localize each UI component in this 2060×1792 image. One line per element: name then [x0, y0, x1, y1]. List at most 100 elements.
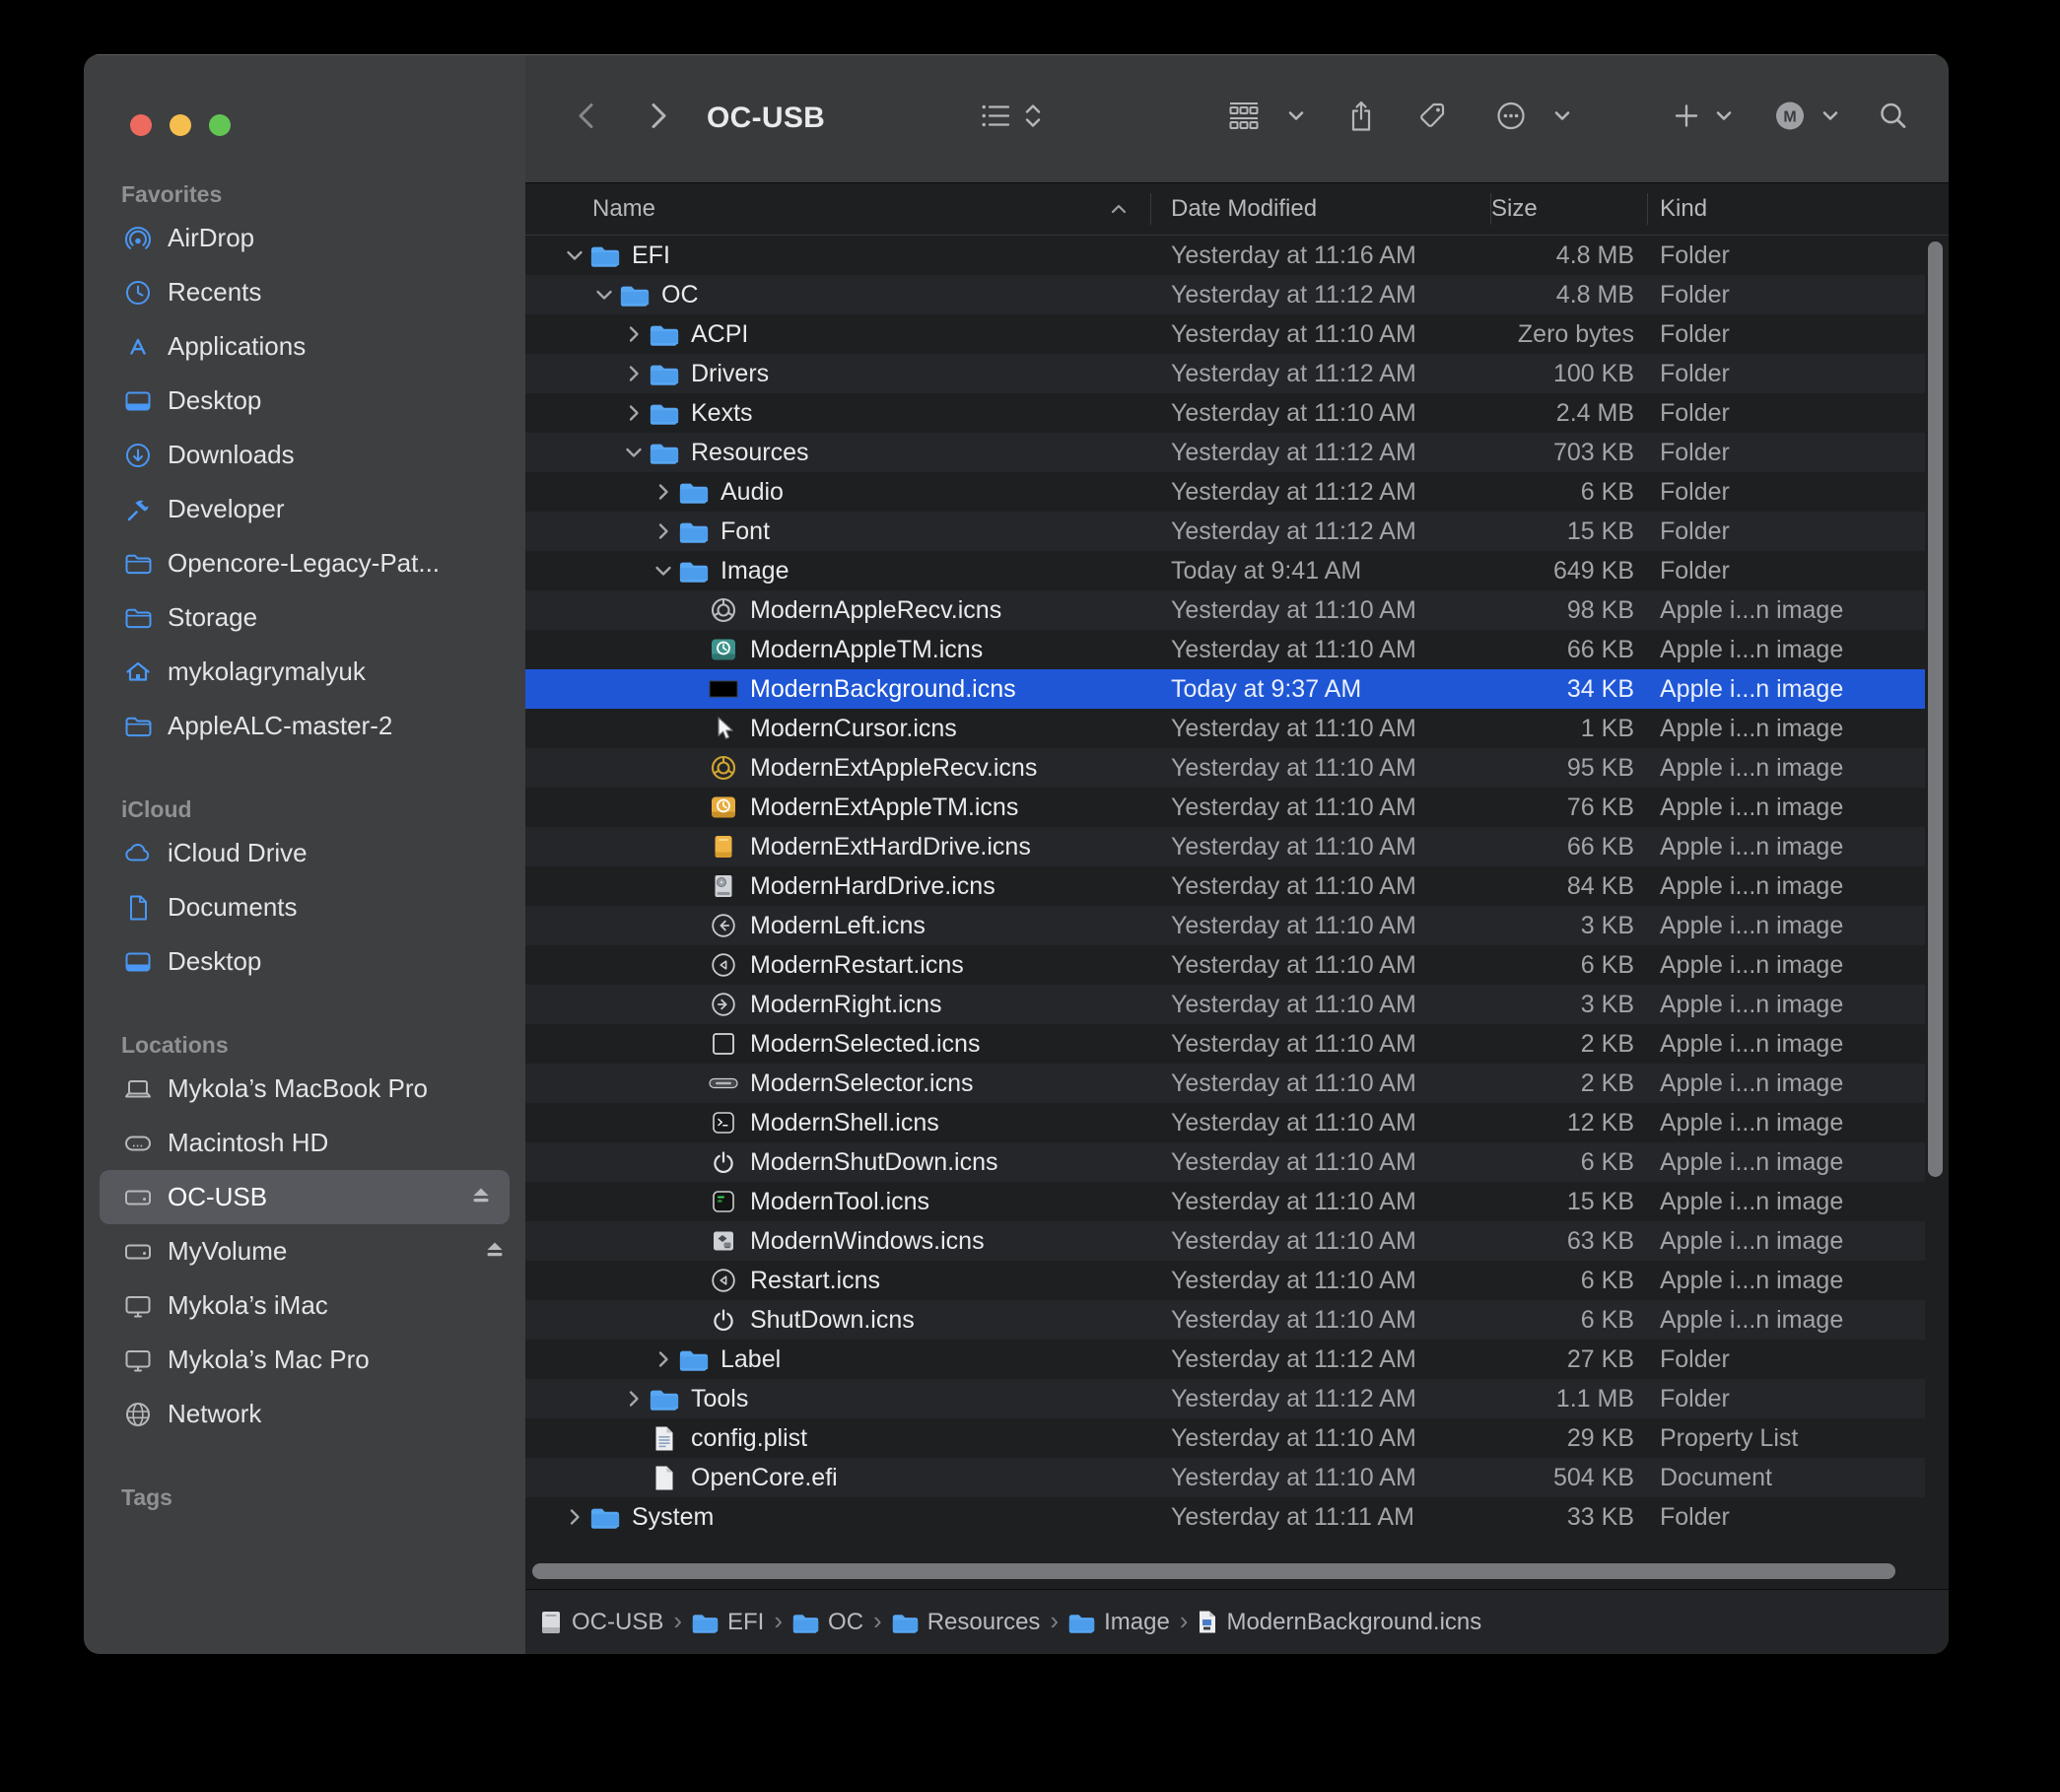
disclosure-closed-icon[interactable] — [650, 520, 677, 542]
account-chevron[interactable] — [1820, 106, 1840, 131]
back-button[interactable] — [575, 101, 598, 137]
disclosure-closed-icon[interactable] — [620, 323, 648, 345]
sidebar-item-applications[interactable]: Applications — [84, 319, 525, 374]
disclosure-open-icon[interactable] — [590, 284, 618, 306]
file-row-modernselector-icns[interactable]: ModernSelector.icnsYesterday at 11:10 AM… — [525, 1064, 1925, 1103]
column-header-name[interactable]: Name — [525, 193, 1151, 225]
file-row-modernwindows-icns[interactable]: ModernWindows.icnsYesterday at 11:10 AM6… — [525, 1221, 1925, 1261]
file-row-resources[interactable]: ResourcesYesterday at 11:12 AM703 KBFold… — [525, 433, 1925, 472]
minimize-button[interactable] — [170, 114, 191, 136]
more-actions-button[interactable] — [1495, 101, 1527, 137]
pathbar-item-oc-usb[interactable]: OC-USB — [539, 1609, 663, 1636]
file-row-modernleft-icns[interactable]: ModernLeft.icnsYesterday at 11:10 AM3 KB… — [525, 906, 1925, 945]
disclosure-closed-icon[interactable] — [650, 481, 677, 503]
pathbar-item-oc[interactable]: OC — [792, 1609, 863, 1636]
sidebar-item-oc-usb[interactable]: OC-USB — [100, 1170, 510, 1224]
sidebar-item-applealc-master-2[interactable]: AppleALC-master-2 — [84, 699, 525, 753]
file-row-efi[interactable]: EFIYesterday at 11:16 AM4.8 MBFolder — [525, 236, 1925, 275]
sidebar-item-desktop[interactable]: Desktop — [84, 374, 525, 428]
file-row-modernselected-icns[interactable]: ModernSelected.icnsYesterday at 11:10 AM… — [525, 1024, 1925, 1064]
sidebar-item-desktop[interactable]: Desktop — [84, 934, 525, 989]
disclosure-closed-icon[interactable] — [620, 402, 648, 424]
sidebar-item-developer[interactable]: Developer — [84, 482, 525, 536]
sidebar-item-mykola-s-mac-pro[interactable]: Mykola’s Mac Pro — [84, 1333, 525, 1387]
new-folder-chevron[interactable] — [1714, 106, 1734, 131]
file-row-audio[interactable]: AudioYesterday at 11:12 AM6 KBFolder — [525, 472, 1925, 512]
pathbar-item-modernbackground-icns[interactable]: ModernBackground.icns — [1198, 1609, 1481, 1636]
file-name-cell: Tools — [525, 1385, 1171, 1413]
file-row-modernshell-icns[interactable]: ModernShell.icnsYesterday at 11:10 AM12 … — [525, 1103, 1925, 1142]
new-folder-button[interactable] — [1673, 103, 1700, 135]
file-row-modernappletm-icns[interactable]: ModernAppleTM.icnsYesterday at 11:10 AM6… — [525, 630, 1925, 669]
tag-button[interactable] — [1416, 101, 1448, 137]
file-row-moderncursor-icns[interactable]: ModernCursor.icnsYesterday at 11:10 AM1 … — [525, 709, 1925, 748]
vertical-scrollbar[interactable] — [1928, 241, 1943, 1177]
file-row-opencore-efi[interactable]: OpenCore.efiYesterday at 11:10 AM504 KBD… — [525, 1458, 1925, 1497]
file-row-modernapplerecv-icns[interactable]: ModernAppleRecv.icnsYesterday at 11:10 A… — [525, 590, 1925, 630]
sidebar-item-myvolume[interactable]: MyVolume — [84, 1224, 525, 1278]
sidebar-item-downloads[interactable]: Downloads — [84, 428, 525, 482]
sidebar-item-network[interactable]: Network — [84, 1387, 525, 1441]
file-row-shutdown-icns[interactable]: ShutDown.icnsYesterday at 11:10 AM6 KBAp… — [525, 1300, 1925, 1340]
more-actions-chevron[interactable] — [1552, 106, 1572, 131]
file-row-drivers[interactable]: DriversYesterday at 11:12 AM100 KBFolder — [525, 354, 1925, 393]
file-row-modernright-icns[interactable]: ModernRight.icnsYesterday at 11:10 AM3 K… — [525, 985, 1925, 1024]
zoom-button[interactable] — [209, 114, 231, 136]
sidebar-item-mykola-s-imac[interactable]: Mykola’s iMac — [84, 1278, 525, 1333]
sidebar-item-mykola-s-macbook-pro[interactable]: Mykola’s MacBook Pro — [84, 1062, 525, 1116]
forward-button[interactable] — [647, 101, 670, 137]
sidebar-item-airdrop[interactable]: AirDrop — [84, 211, 525, 265]
file-row-modernshutdown-icns[interactable]: ModernShutDown.icnsYesterday at 11:10 AM… — [525, 1142, 1925, 1182]
pathbar-separator: › — [673, 1606, 682, 1636]
file-row-modernextappletm-icns[interactable]: ModernExtAppleTM.icnsYesterday at 11:10 … — [525, 788, 1925, 827]
disclosure-closed-icon[interactable] — [561, 1506, 588, 1528]
group-view-button[interactable] — [1227, 101, 1261, 137]
search-button[interactable] — [1878, 101, 1909, 137]
disclosure-closed-icon[interactable] — [620, 1388, 648, 1410]
file-row-modernbackground-icns[interactable]: ModernBackground.icnsToday at 9:37 AM34 … — [525, 669, 1925, 709]
file-row-modernextapplerecv-icns[interactable]: ModernExtAppleRecv.icnsYesterday at 11:1… — [525, 748, 1925, 788]
file-row-acpi[interactable]: ACPIYesterday at 11:10 AMZero bytesFolde… — [525, 314, 1925, 354]
file-row-oc[interactable]: OCYesterday at 11:12 AM4.8 MBFolder — [525, 275, 1925, 314]
sidebar-item-storage[interactable]: Storage — [84, 590, 525, 645]
eject-icon[interactable] — [466, 1186, 496, 1209]
file-row-modernextharddrive-icns[interactable]: ModernExtHardDrive.icnsYesterday at 11:1… — [525, 827, 1925, 866]
file-row-tools[interactable]: ToolsYesterday at 11:12 AM1.1 MBFolder — [525, 1379, 1925, 1418]
account-button[interactable]: M — [1773, 100, 1807, 138]
eject-icon[interactable] — [480, 1240, 510, 1264]
column-header-size[interactable]: Size — [1491, 193, 1648, 225]
sidebar-item-opencore-legacy-pat-[interactable]: Opencore-Legacy-Pat... — [84, 536, 525, 590]
sort-order-control[interactable] — [1022, 101, 1044, 137]
sidebar-item-mykolagrymalyuk[interactable]: mykolagrymalyuk — [84, 645, 525, 699]
disclosure-closed-icon[interactable] — [620, 363, 648, 384]
file-row-system[interactable]: SystemYesterday at 11:11 AM33 KBFolder — [525, 1497, 1925, 1537]
column-header-date[interactable]: Date Modified — [1151, 193, 1491, 225]
close-button[interactable] — [130, 114, 152, 136]
disclosure-open-icon[interactable] — [561, 244, 588, 266]
horizontal-scrollbar[interactable] — [532, 1563, 1895, 1579]
sidebar-item-icloud-drive[interactable]: iCloud Drive — [84, 826, 525, 880]
column-header-kind[interactable]: Kind — [1648, 193, 1949, 225]
file-row-modernharddrive-icns[interactable]: ModernHardDrive.icnsYesterday at 11:10 A… — [525, 866, 1925, 906]
pathbar-item-image[interactable]: Image — [1068, 1609, 1170, 1636]
file-row-kexts[interactable]: KextsYesterday at 11:10 AM2.4 MBFolder — [525, 393, 1925, 433]
disclosure-open-icon[interactable] — [620, 442, 648, 463]
pathbar-item-resources[interactable]: Resources — [892, 1609, 1041, 1636]
sidebar-item-recents[interactable]: Recents — [84, 265, 525, 319]
sidebar-item-documents[interactable]: Documents — [84, 880, 525, 934]
view-list-button[interactable] — [981, 103, 1010, 134]
share-button[interactable] — [1347, 100, 1375, 138]
folder-icon — [648, 362, 681, 385]
disclosure-open-icon[interactable] — [650, 560, 677, 582]
group-view-chevron[interactable] — [1286, 106, 1306, 131]
file-row-image[interactable]: ImageToday at 9:41 AM649 KBFolder — [525, 551, 1925, 590]
file-row-font[interactable]: FontYesterday at 11:12 AM15 KBFolder — [525, 512, 1925, 551]
disclosure-closed-icon[interactable] — [650, 1348, 677, 1370]
file-row-restart-icns[interactable]: Restart.icnsYesterday at 11:10 AM6 KBApp… — [525, 1261, 1925, 1300]
file-row-config-plist[interactable]: config.plistYesterday at 11:10 AM29 KBPr… — [525, 1418, 1925, 1458]
file-row-modernrestart-icns[interactable]: ModernRestart.icnsYesterday at 11:10 AM6… — [525, 945, 1925, 985]
sidebar-item-macintosh-hd[interactable]: Macintosh HD — [84, 1116, 525, 1170]
pathbar-item-efi[interactable]: EFI — [692, 1609, 764, 1636]
file-row-label[interactable]: LabelYesterday at 11:12 AM27 KBFolder — [525, 1340, 1925, 1379]
file-row-moderntool-icns[interactable]: ModernTool.icnsYesterday at 11:10 AM15 K… — [525, 1182, 1925, 1221]
